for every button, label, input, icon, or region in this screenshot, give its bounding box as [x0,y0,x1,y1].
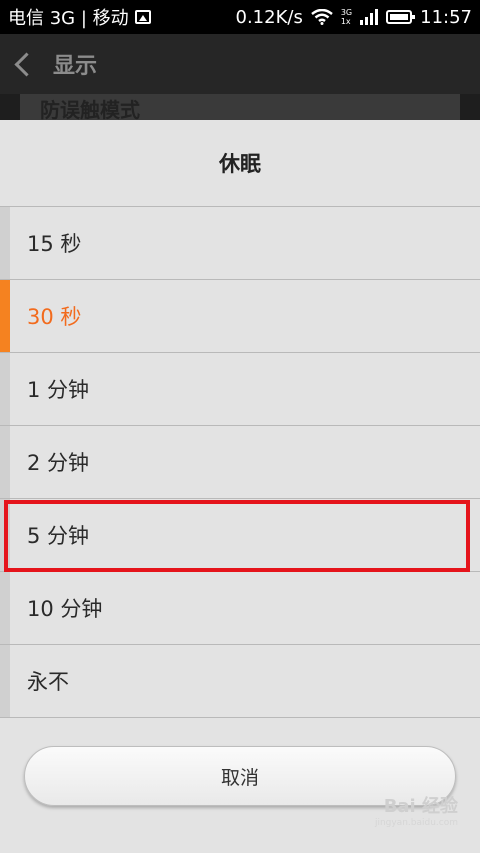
watermark-logo: Bai 经验 jingyan.baidu.com [374,796,458,829]
option-label: 2 分钟 [27,451,90,475]
option-label: 5 分钟 [27,524,90,548]
option-2-minutes[interactable]: 2 分钟 [0,426,480,499]
network-speed: 0.12K/s [235,6,303,28]
back-arrow-icon [14,51,39,77]
option-label: 15 秒 [27,232,82,256]
option-list: 15 秒 30 秒 1 分钟 2 分钟 5 分钟 10 分钟 永不 [0,207,480,718]
clock: 11:57 [420,6,472,28]
battery-icon [386,10,416,24]
option-label: 30 秒 [27,305,82,329]
signal-icon [360,9,379,25]
option-10-minutes[interactable]: 10 分钟 [0,572,480,645]
option-label: 永不 [27,670,69,694]
underlying-setting-label: 防误触模式 [40,98,140,120]
option-never[interactable]: 永不 [0,645,480,718]
network-type-indicator: 3G 1x [340,8,353,26]
wifi-icon [311,9,333,25]
option-label: 1 分钟 [27,378,90,402]
app-bar: 显示 [0,34,480,94]
page-title: 显示 [53,54,98,79]
option-5-minutes[interactable]: 5 分钟 [0,499,480,572]
option-15-seconds[interactable]: 15 秒 [0,207,480,280]
option-1-minute[interactable]: 1 分钟 [0,353,480,426]
status-bar: 电信 3G | 移动 0.12K/s 3G 1x 11:57 [0,0,480,34]
dialog-title: 休眠 [0,120,480,207]
sleep-dialog: 休眠 15 秒 30 秒 1 分钟 2 分钟 5 分钟 10 分钟 永不 取消 … [0,120,480,853]
carrier-text: 电信 3G | 移动 [8,8,129,29]
option-30-seconds[interactable]: 30 秒 [0,280,480,353]
underlying-setting-row: 防误触模式 [20,94,460,120]
option-label: 10 分钟 [27,597,103,621]
image-notification-icon [134,10,151,24]
